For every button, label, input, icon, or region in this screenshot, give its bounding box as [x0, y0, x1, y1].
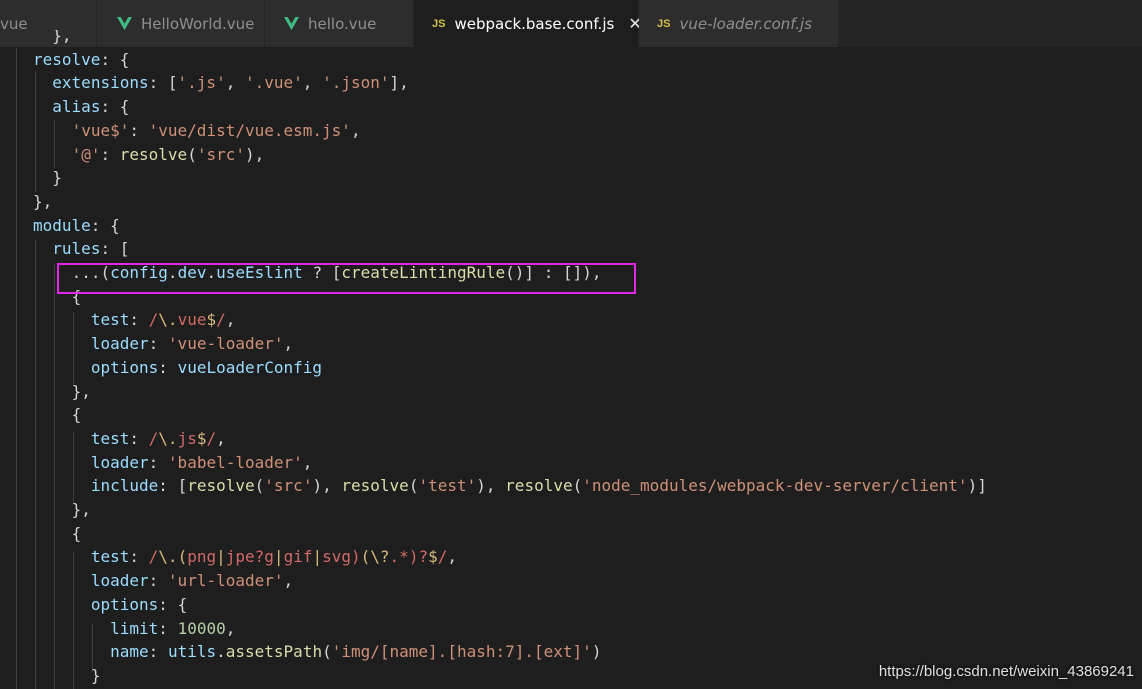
code-line: extensions: ['.js', '.vue', '.json'], [52, 73, 409, 93]
code-line: 'vue$': 'vue/dist/vue.esm.js', [71, 120, 361, 140]
code-line: }, [33, 191, 53, 211]
code-line: loader: 'babel-loader', [90, 452, 313, 472]
code-line: rules: [ [52, 239, 130, 259]
code-line: }, [71, 500, 91, 519]
vue-file-icon [117, 16, 132, 31]
code-line: module: { [33, 215, 120, 235]
code-line: options: { [90, 594, 188, 614]
editor-window: vue HelloWorld.vue hello.vue JS webpack.… [0, 0, 1142, 689]
indent-guide [16, 48, 17, 689]
js-file-icon: JS [657, 17, 671, 30]
code-line: test: /\.js$/, [90, 428, 226, 448]
code-line: options: vueLoaderConfig [90, 357, 323, 377]
code-line: resolve: { [33, 49, 130, 69]
code-line: loader: 'url-loader', [90, 571, 294, 591]
vue-file-icon [284, 16, 299, 31]
code-line: test: /\.vue$/, [90, 310, 236, 330]
code-line: alias: { [52, 97, 130, 117]
code-line: }, [52, 30, 72, 45]
code-line: limit: 10000, [110, 618, 236, 638]
code-line: } [52, 168, 62, 188]
code-line: }, [71, 381, 91, 401]
code-editor[interactable]: }, resolve: { extensions: ['.js', '.vue',… [0, 30, 1142, 689]
js-file-icon: JS [432, 17, 446, 30]
highlight-annotation [57, 263, 636, 294]
code-line: include: [resolve('src'), resolve('test'… [90, 476, 987, 496]
code-line: { [71, 405, 82, 425]
watermark: https://blog.csdn.net/weixin_43869241 [878, 663, 1134, 680]
code-line: '@': resolve('src'), [71, 144, 265, 164]
code-line: loader: 'vue-loader', [90, 334, 294, 354]
code-line: } [90, 665, 101, 685]
code-line: { [71, 523, 82, 543]
code-line: test: /\.(png|jpe?g|gif|svg)(\?.*)?$/, [90, 547, 457, 567]
code-line: name: utils.assetsPath('img/[name].[hash… [110, 642, 602, 662]
